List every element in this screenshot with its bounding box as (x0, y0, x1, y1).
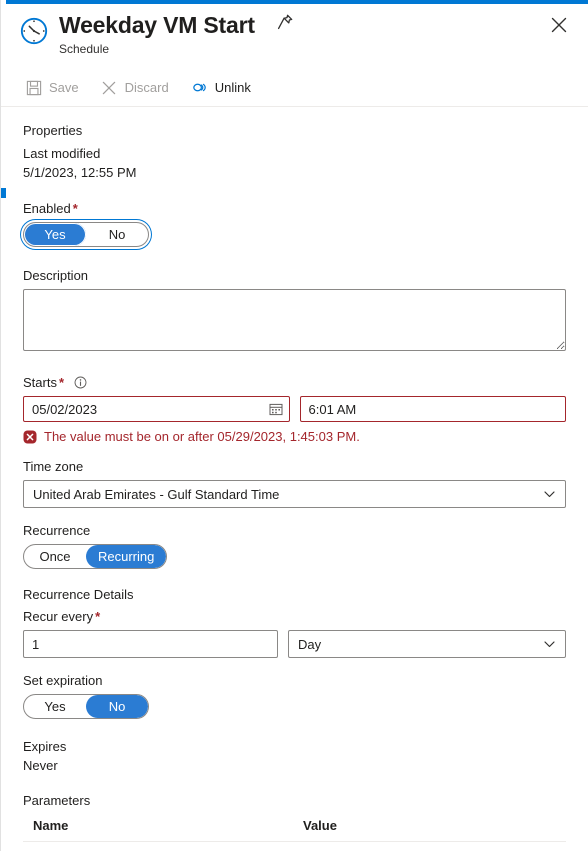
enabled-toggle[interactable]: Yes No (23, 222, 149, 247)
schedule-blade: Weekday VM Start Schedule Save Discard U… (0, 0, 588, 851)
starts-label: Starts * (23, 374, 566, 392)
enabled-required-marker: * (72, 201, 78, 216)
parameters-table: Name Value No input parameters found. (23, 814, 566, 851)
timezone-label: Time zone (23, 459, 84, 474)
recurrence-option-recurring[interactable]: Recurring (86, 545, 167, 568)
save-label: Save (49, 80, 79, 95)
recur-interval-value: 1 (32, 636, 40, 652)
starts-inputs-row: 05/02/2023 6:01 AM (23, 396, 566, 422)
parameters-heading: Parameters (23, 793, 91, 808)
set-expiration-label: Set expiration (23, 673, 103, 688)
recur-unit-value: Day (298, 636, 322, 652)
command-bar: Save Discard Unlink (1, 69, 588, 107)
description-label: Description (23, 268, 89, 283)
unlink-button[interactable]: Unlink (185, 73, 261, 103)
title-block: Weekday VM Start Schedule (59, 11, 295, 57)
save-button[interactable]: Save (19, 73, 89, 103)
calendar-icon[interactable] (269, 402, 283, 416)
starts-time-field[interactable]: 6:01 AM (299, 396, 566, 422)
last-modified-label: Last modified (23, 146, 101, 161)
expires-label: Expires (23, 739, 67, 754)
enabled-option-yes[interactable]: Yes (24, 223, 86, 246)
starts-date-value: 05/02/2023 (32, 401, 98, 417)
description-input[interactable] (23, 289, 566, 351)
properties-heading: Properties (23, 123, 83, 138)
unlink-label: Unlink (214, 80, 251, 95)
blade-subtitle: Schedule (59, 42, 110, 56)
column-header-value: Value (303, 818, 337, 833)
discard-label: Discard (124, 80, 169, 95)
recur-every-row: 1 Day (23, 630, 566, 658)
recurrence-details-heading: Recurrence Details (23, 587, 134, 602)
parameters-table-header: Name Value (23, 814, 566, 842)
recur-every-label: Recur every * (23, 608, 566, 626)
blade-header: Weekday VM Start Schedule (1, 0, 588, 57)
starts-required-marker: * (58, 375, 65, 390)
discard-x-icon (101, 79, 118, 96)
save-icon (25, 79, 42, 96)
timezone-dropdown[interactable]: United Arab Emirates - Gulf Standard Tim… (23, 480, 566, 508)
recur-every-required-marker: * (95, 609, 101, 624)
close-icon[interactable] (548, 14, 570, 36)
page-title: Weekday VM Start (59, 12, 255, 38)
expires-value: Never (23, 758, 58, 773)
recur-every-label-text: Recur every (23, 609, 94, 624)
blade-left-marker (1, 188, 6, 198)
enabled-option-no[interactable]: No (86, 223, 148, 246)
clock-icon (19, 16, 49, 46)
error-circle-x-icon (23, 430, 37, 444)
starts-date-field[interactable]: 05/02/2023 (23, 396, 290, 422)
chevron-down-icon (543, 638, 556, 651)
timezone-value: United Arab Emirates - Gulf Standard Tim… (33, 486, 280, 502)
recurrence-toggle[interactable]: Once Recurring (23, 544, 168, 569)
recurrence-option-once[interactable]: Once (24, 545, 86, 568)
title-row: Weekday VM Start Schedule (19, 11, 570, 57)
blade-body: Properties Last modified 5/1/2023, 12:55… (1, 107, 588, 851)
last-modified-value: 5/1/2023, 12:55 PM (23, 165, 137, 180)
enabled-label-text: Enabled (23, 201, 71, 216)
set-expiration-option-yes[interactable]: Yes (24, 695, 86, 718)
starts-error-text: The value must be on or after 05/29/2023… (44, 429, 360, 444)
column-header-name: Name (33, 818, 69, 833)
pin-icon[interactable] (275, 12, 295, 32)
set-expiration-toggle[interactable]: Yes No (23, 694, 149, 719)
unlink-chain-icon (191, 79, 208, 96)
starts-label-text: Starts (23, 375, 57, 390)
starts-error-message: The value must be on or after 05/29/2023… (23, 429, 566, 444)
chevron-down-icon (543, 488, 556, 501)
enabled-label: Enabled * (23, 200, 566, 218)
discard-button[interactable]: Discard (95, 73, 179, 103)
parameters-empty-row: No input parameters found. (23, 842, 566, 851)
info-icon[interactable] (74, 376, 87, 389)
set-expiration-option-no[interactable]: No (86, 695, 148, 718)
recurrence-label: Recurrence (23, 523, 91, 538)
recur-unit-dropdown[interactable]: Day (288, 630, 566, 658)
starts-time-value: 6:01 AM (308, 401, 357, 417)
recur-interval-input[interactable]: 1 (23, 630, 278, 658)
